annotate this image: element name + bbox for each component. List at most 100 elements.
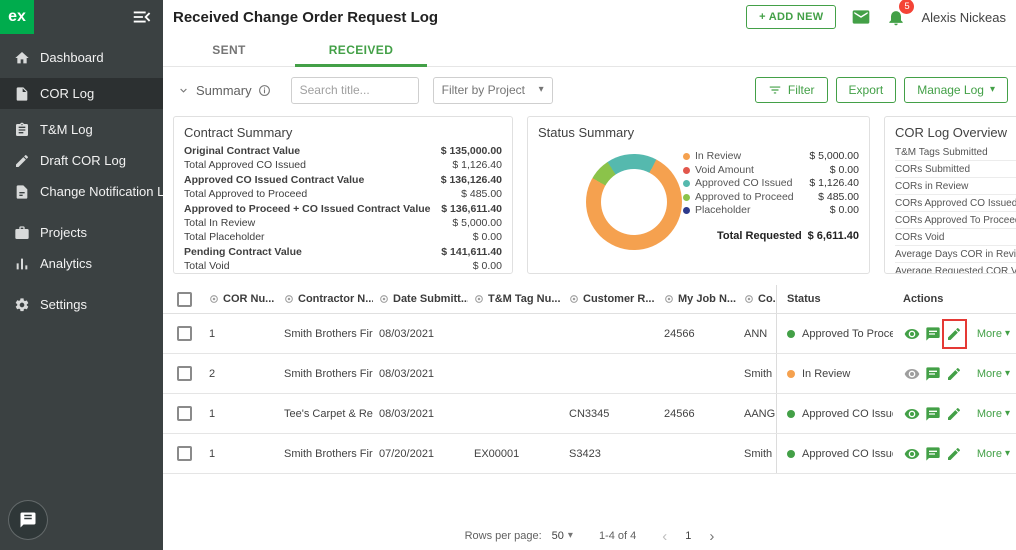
overview-item: CORs Approved To Proceed: [895, 212, 1016, 229]
sidebar-item-change-notification-log[interactable]: Change Notification Log: [0, 176, 163, 207]
comment-button[interactable]: [924, 403, 941, 425]
eye-icon: [904, 368, 919, 379]
more-button[interactable]: More ▾: [971, 407, 1016, 421]
more-button[interactable]: More ▾: [971, 327, 1016, 341]
export-button[interactable]: Export: [835, 77, 897, 103]
rows-per-page-select[interactable]: 50 ▾: [552, 530, 573, 542]
column-header-customer-ref[interactable]: Customer R...: [563, 285, 658, 313]
sidebar-item-projects[interactable]: Projects: [0, 217, 163, 248]
sidebar-item-dashboard[interactable]: Dashboard: [0, 42, 163, 73]
view-button[interactable]: [903, 363, 920, 385]
menu-collapse-icon[interactable]: [131, 6, 153, 28]
overview-item: Average Requested COR Value: [895, 263, 1016, 274]
sidebar-item-label: Projects: [40, 225, 87, 240]
cor-number-cell: 1: [209, 447, 216, 460]
column-header-contractor[interactable]: Contractor N...: [278, 285, 373, 313]
notification-log-icon: [14, 184, 30, 200]
edit-button[interactable]: [946, 403, 963, 425]
comment-button[interactable]: [924, 443, 941, 465]
table-row[interactable]: 1 Smith Brothers Fire ... 07/20/2021 EX0…: [163, 434, 1016, 474]
summary-row-label: Total Approved to Proceed: [184, 188, 308, 201]
chat-bubble-icon: [19, 511, 37, 529]
chevron-right-icon[interactable]: ›: [709, 529, 714, 544]
column-header-tm-tag[interactable]: T&M Tag Nu...: [468, 285, 563, 313]
messages-button[interactable]: [851, 7, 871, 27]
add-new-button[interactable]: + ADD NEW: [746, 5, 837, 29]
sidebar-item-settings[interactable]: Settings: [0, 289, 163, 320]
table-row[interactable]: 2 Smith Brothers Fire ... 08/03/2021 Smi…: [163, 354, 1016, 394]
summary-row-label: Pending Contract Value: [184, 245, 302, 258]
sidebar-item-draft-cor-log[interactable]: Draft COR Log: [0, 145, 163, 176]
user-name[interactable]: Alexis Nickeas: [921, 10, 1006, 25]
sidebar-item-analytics[interactable]: Analytics: [0, 248, 163, 279]
contract-summary-panel: Contract Summary Original Contract Value…: [173, 116, 513, 274]
app-logo[interactable]: ex: [0, 0, 34, 34]
tab-received[interactable]: RECEIVED: [295, 34, 427, 67]
chevron-down-icon: ▾: [538, 84, 544, 95]
page-number[interactable]: 1: [685, 530, 691, 542]
panel-title: Contract Summary: [184, 125, 293, 140]
comment-icon: [926, 446, 940, 461]
legend-item: Approved to Proceed $ 485.00: [683, 191, 859, 205]
manage-log-button[interactable]: Manage Log ▾: [904, 77, 1008, 103]
view-button[interactable]: [903, 443, 920, 465]
row-checkbox[interactable]: [177, 326, 192, 341]
view-button[interactable]: [903, 323, 920, 345]
column-header-cor-number[interactable]: COR Nu...: [203, 285, 278, 313]
sidebar-item-label: T&M Log: [40, 122, 93, 137]
cor-number-cell: 1: [209, 327, 216, 340]
top-bar: Received Change Order Request Log + ADD …: [163, 0, 1016, 34]
edit-button[interactable]: [946, 363, 963, 385]
project-filter-select[interactable]: Filter by Project ▾: [432, 76, 553, 104]
edit-button[interactable]: [946, 443, 963, 465]
notification-badge: 5: [899, 0, 915, 14]
more-button[interactable]: More ▾: [971, 447, 1016, 461]
legend-item: Approved CO Issued $ 1,126.40: [683, 177, 859, 191]
chevron-left-icon[interactable]: ‹: [662, 529, 667, 544]
edit-button[interactable]: [941, 318, 967, 349]
column-filter-icon: [285, 295, 293, 303]
notifications-button[interactable]: 5: [886, 0, 915, 27]
chat-launcher-button[interactable]: [8, 500, 48, 540]
envelope-icon: [851, 7, 871, 27]
comment-button[interactable]: [924, 323, 941, 345]
sidebar-item-cor-log[interactable]: COR Log: [0, 78, 163, 109]
contractor-cell: Smith Brothers Fire ...: [284, 367, 373, 380]
summary-row-value: $ 141,611.40: [441, 245, 502, 258]
pagination-footer: Rows per page: 50 ▾ 1-4 of 4 ‹ 1 ›: [163, 522, 1016, 550]
summary-label: Summary: [196, 82, 252, 98]
status-text: Approved To Proceed: [802, 327, 893, 340]
filter-button[interactable]: Filter: [754, 77, 828, 103]
sidebar-item-tm-log[interactable]: T&M Log: [0, 114, 163, 145]
view-button[interactable]: [903, 403, 920, 425]
summary-collapse-toggle[interactable]: Summary: [171, 82, 277, 99]
more-button[interactable]: More ▾: [971, 367, 1016, 381]
tm-tag-cell: [468, 314, 563, 353]
tm-tag-cell: [468, 354, 563, 393]
search-input[interactable]: [290, 76, 419, 104]
tm-tag-cell: EX00001: [474, 447, 520, 460]
comment-button[interactable]: [924, 363, 941, 385]
log-toolbar: Summary Filter by Project ▾ Filter Expor…: [163, 67, 1016, 113]
row-checkbox[interactable]: [177, 366, 192, 381]
column-header-my-job[interactable]: My Job N...: [658, 285, 738, 313]
summary-row-value: $ 485.00: [461, 188, 502, 201]
table-row[interactable]: 1 Smith Brothers Fire ... 08/03/2021 245…: [163, 314, 1016, 354]
legend-label: In Review: [695, 150, 742, 162]
column-header-date-submitted[interactable]: Date Submitt...↓: [373, 285, 468, 313]
column-header-co[interactable]: Co...: [738, 285, 776, 313]
select-all-checkbox[interactable]: [177, 291, 192, 307]
tab-sent[interactable]: SENT: [163, 34, 295, 66]
gear-icon: [14, 297, 30, 313]
filter-icon: [769, 86, 781, 94]
status-cell: Approved CO Issued: [776, 434, 893, 473]
row-checkbox[interactable]: [177, 406, 192, 421]
column-header-status[interactable]: Status: [776, 285, 893, 313]
panel-title: Status Summary: [538, 125, 635, 140]
legend-dot: [683, 207, 690, 215]
table-row[interactable]: 1 Tee's Carpet & Resil... 08/03/2021 CN3…: [163, 394, 1016, 434]
legend-label: Approved CO Issued: [695, 177, 793, 189]
row-checkbox[interactable]: [177, 446, 192, 461]
summary-row-label: Total Placeholder: [184, 231, 265, 244]
legend-item: In Review $ 5,000.00: [683, 150, 859, 164]
